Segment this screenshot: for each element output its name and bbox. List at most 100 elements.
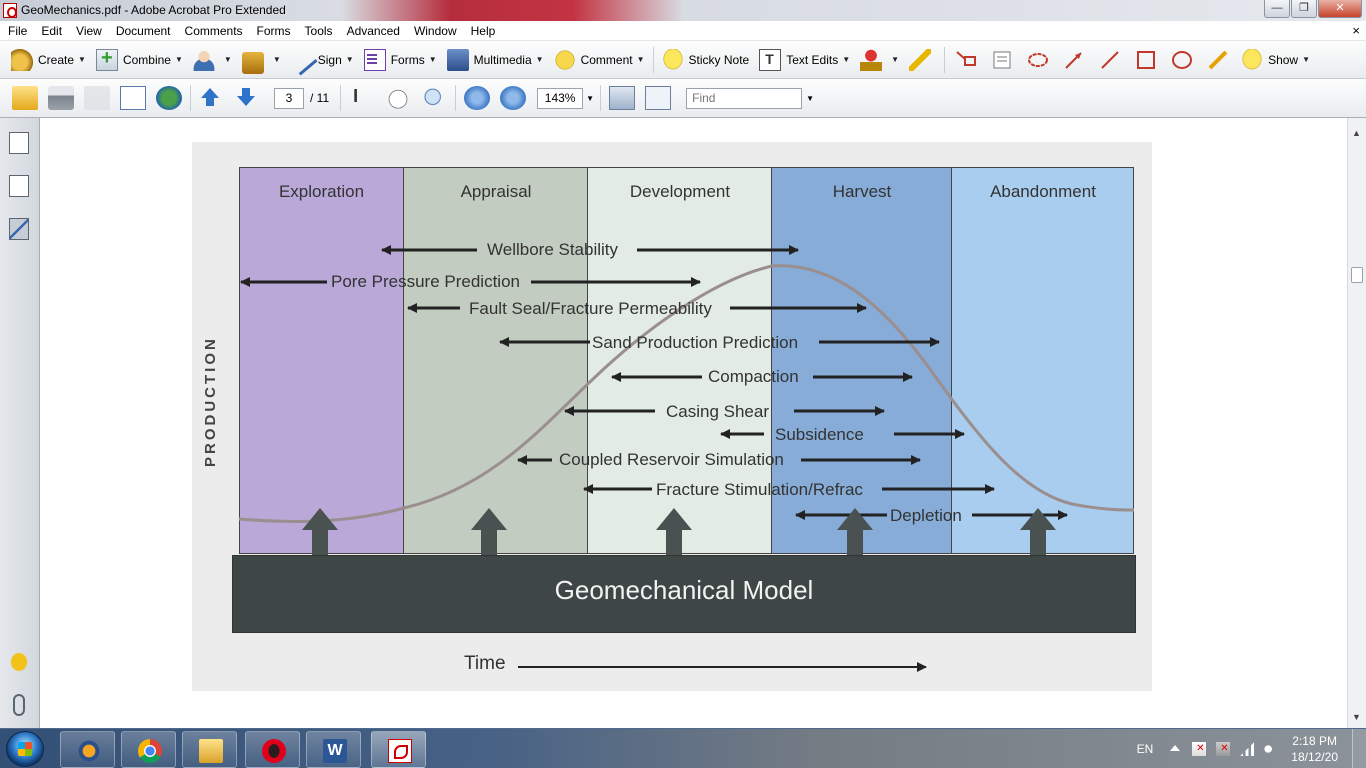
comments-panel-icon[interactable] [9,651,29,673]
clock[interactable]: 2:18 PM 18/12/20 [1291,733,1338,765]
show-button[interactable]: Show ▼ [1236,45,1315,75]
zoom-level-input[interactable]: 143% [537,87,584,109]
taskbar-media-player[interactable] [60,731,115,768]
page-total: / 11 [310,91,330,105]
create-button[interactable]: Create ▼ [6,45,91,75]
find-input[interactable]: Find [686,87,803,109]
action-center-flag-icon[interactable] [1192,742,1207,756]
comment-button[interactable]: Comment ▼ [549,45,650,75]
menu-help[interactable]: Help [464,21,503,41]
rectangle-tool[interactable] [1135,49,1157,71]
email-icon[interactable] [120,86,146,110]
device-icon[interactable] [1216,742,1231,756]
menu-edit[interactable]: Edit [34,21,69,41]
pencil-icon [1208,50,1228,69]
line-tool[interactable] [1099,49,1121,71]
scroll-up-arrow[interactable]: ▲ [1352,128,1361,138]
print-icon[interactable] [48,86,74,110]
chevron-down-icon: ▼ [223,55,232,64]
taskbar-acrobat[interactable] [371,731,426,768]
open-folder-icon[interactable] [12,86,38,110]
scrolling-mode-icon[interactable] [609,86,636,110]
zoom-in-icon[interactable] [500,86,527,110]
callout-tool[interactable] [955,49,977,71]
menu-comments[interactable]: Comments [178,21,250,41]
text-edit-icon [759,48,782,71]
users-icon [192,48,215,71]
forms-label: Forms [390,52,425,67]
system-tray: EN 2:18 PM 18/12/20 [1137,729,1366,768]
show-label: Show [1268,52,1299,67]
taskbar-word[interactable]: W [306,731,361,768]
combine-icon [95,47,118,71]
stamp-button[interactable]: ▼ [855,45,904,75]
arrow-tool[interactable] [1063,49,1085,71]
comment-icon [553,48,576,71]
cloud-icon [1028,52,1049,67]
collaborate-globe-icon[interactable] [156,86,182,110]
show-hidden-icons-icon[interactable] [1168,742,1182,756]
toolbar-separator [600,85,602,111]
close-button[interactable]: ✕ [1318,0,1362,18]
language-indicator[interactable]: EN [1137,742,1154,756]
menu-tools[interactable]: Tools [298,21,340,41]
document-view[interactable]: Exploration Appraisal Development Harves… [41,118,1347,728]
pages-panel-icon[interactable] [9,132,29,154]
window-title: GeoMechanics.pdf - Adobe Acrobat Pro Ext… [21,3,286,17]
menu-view[interactable]: View [69,21,109,41]
start-button[interactable] [6,731,44,767]
taskbar-explorer[interactable] [182,731,237,768]
sticky-note-button[interactable]: Sticky Note [657,45,755,75]
volume-icon[interactable] [1264,742,1279,756]
stamp-icon [860,48,883,71]
vertical-scrollbar[interactable]: ▲ ▼ [1347,118,1366,728]
textbox-tool[interactable] [991,49,1013,71]
select-tool-icon[interactable] [349,86,375,110]
previous-page-icon[interactable] [199,86,225,110]
show-desktop-button[interactable] [1352,729,1366,768]
taskbar-chrome[interactable] [121,731,176,768]
secure-button[interactable]: ▼ [237,45,286,75]
page-number-input[interactable]: 3 [274,87,304,109]
menu-document[interactable]: Document [109,21,178,41]
cloud-tool[interactable] [1027,49,1049,71]
create-icon [11,48,33,71]
next-page-icon[interactable] [235,86,261,110]
scroll-down-arrow[interactable]: ▼ [1352,712,1361,722]
menu-forms[interactable]: Forms [250,21,298,41]
marquee-zoom-icon[interactable] [421,86,448,110]
sign-button[interactable]: Sign ▼ [286,44,359,75]
save-icon[interactable] [84,86,110,110]
pencil-tool[interactable] [1207,49,1229,71]
text-edits-button[interactable]: Text Edits ▼ [754,45,855,75]
chrome-icon [138,739,162,763]
collaborate-button[interactable]: ▼ [188,45,237,75]
bookmarks-panel-icon[interactable] [9,175,29,197]
scroll-thumb[interactable] [1351,267,1363,283]
close-document-button[interactable]: × [1352,23,1360,38]
menu-advanced[interactable]: Advanced [340,21,407,41]
tasks-toolbar: Create ▼ Combine ▼ ▼ ▼ Sign ▼ Forms ▼ Mu… [0,41,1366,79]
sticky-note-icon [661,48,684,71]
oval-tool[interactable] [1171,49,1193,71]
taskbar-opera[interactable] [245,731,300,768]
network-signal-icon[interactable] [1240,742,1255,756]
menu-window[interactable]: Window [407,21,464,41]
highlight-button[interactable] [904,45,941,75]
forms-button[interactable]: Forms ▼ [359,45,442,75]
clock-date: 18/12/20 [1291,750,1338,764]
hand-tool-icon[interactable] [385,86,412,110]
chevron-down-icon: ▼ [272,55,281,64]
maximize-button[interactable]: ❐ [1291,0,1317,18]
zoom-dropdown[interactable]: ▼ [583,88,597,109]
attachments-panel-icon[interactable] [13,694,25,716]
fit-page-icon[interactable] [645,86,672,110]
up-arrow-development [656,508,692,555]
menu-file[interactable]: File [0,21,34,41]
zoom-out-icon[interactable] [464,86,491,110]
find-dropdown[interactable]: ▼ [806,94,814,103]
minimize-button[interactable]: — [1264,0,1290,18]
multimedia-button[interactable]: Multimedia ▼ [442,45,549,75]
signatures-panel-icon[interactable] [9,218,29,240]
combine-button[interactable]: Combine ▼ [91,45,188,75]
